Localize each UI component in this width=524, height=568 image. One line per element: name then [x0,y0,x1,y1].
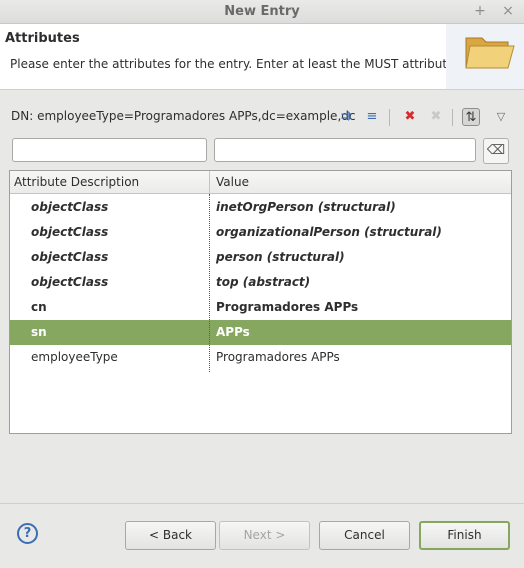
clear-filter-button[interactable]: ⌫ [483,138,509,164]
table-row[interactable]: employeeType Programadores APPs [10,345,511,370]
back-button[interactable]: < Back [125,521,216,550]
value-cell: APPs [216,325,250,339]
delete-icon[interactable]: ✖ [401,108,419,126]
next-button[interactable]: Next > [219,521,310,550]
table-row[interactable]: objectClass inetOrgPerson (structural) [10,195,511,220]
table-row[interactable]: objectClass organizationalPerson (struct… [10,220,511,245]
table-row-selected[interactable]: sn APPs [10,320,511,345]
finish-button[interactable]: Finish [419,521,510,550]
value-cell: Programadores APPs [216,300,359,314]
folder-icon [465,37,515,69]
footer-divider [0,503,524,504]
new-attribute-icon[interactable]: ≡ [363,108,381,126]
attribute-table[interactable]: Attribute Description Value objectClass … [9,170,512,434]
table-header: Attribute Description Value [10,171,511,194]
table-row[interactable]: cn Programadores APPs [10,295,511,320]
attribute-cell: objectClass [31,200,109,214]
table-row[interactable]: objectClass top (abstract) [10,270,511,295]
help-icon[interactable]: ? [17,523,38,544]
value-cell: person (structural) [216,250,345,264]
value-cell: organizationalPerson (structural) [216,225,442,239]
dn-toolbar: DN: employeeType=Programadores APPs,dc=e… [0,103,524,131]
attribute-cell: objectClass [31,275,109,289]
toolbar-separator [389,109,390,126]
attribute-cell: employeeType [31,350,118,364]
attribute-cell: objectClass [31,225,109,239]
attribute-cell: cn [31,300,47,314]
table-row[interactable]: objectClass person (structural) [10,245,511,270]
wizard-header: Attributes Please enter the attributes f… [0,24,524,90]
column-separator-line [209,194,210,372]
attribute-cell: sn [31,325,47,339]
page-title: Attributes [5,31,80,46]
value-cell: Programadores APPs [216,350,340,364]
value-filter-input[interactable] [214,138,476,162]
page-description: Please enter the attributes for the entr… [10,57,465,71]
dn-label: DN: employeeType=Programadores APPs,dc=e… [11,109,356,123]
window-title: New Entry [224,4,300,19]
pin-icon[interactable]: + [471,2,489,20]
attribute-filter-input[interactable] [12,138,207,162]
delete-all-icon[interactable]: ✖ [427,108,445,126]
header-banner [446,24,524,89]
value-cell: inetOrgPerson (structural) [216,200,396,214]
attribute-cell: objectClass [31,250,109,264]
value-cell: top (abstract) [216,275,311,289]
column-header-value[interactable]: Value [216,175,249,189]
new-value-icon[interactable]: ⇉ [337,108,355,126]
view-menu-icon[interactable]: ▽ [492,108,510,126]
show-decorated-values-icon[interactable]: ⇅ [462,108,480,126]
toolbar-separator [452,109,453,126]
column-header-attribute[interactable]: Attribute Description [14,175,139,189]
column-divider [209,171,210,194]
close-icon[interactable]: × [499,2,517,20]
cancel-button[interactable]: Cancel [319,521,410,550]
title-bar: New Entry + × [0,0,524,24]
